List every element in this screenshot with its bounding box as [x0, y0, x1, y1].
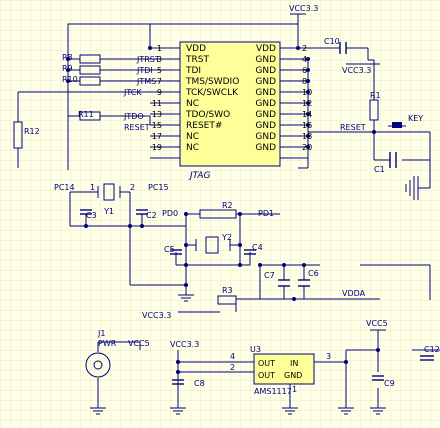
c1-label: C1: [374, 165, 385, 174]
j1-label: J1: [97, 329, 105, 338]
ldo-pin1: 1: [292, 385, 297, 394]
jtag-right-pin-label: GND: [255, 55, 276, 65]
jtag-left-pin-number: 13: [152, 110, 162, 119]
net-reset-left: RESET: [124, 123, 150, 132]
vcc-ldo-in-label: VCC3.3: [170, 340, 199, 349]
jtag-right-pin-label: GND: [255, 66, 276, 76]
net-jtdi: JTDI: [136, 66, 153, 75]
jtag-left-pin-label: NC: [186, 143, 199, 153]
c7-label: C7: [264, 271, 275, 280]
c12-label: C12: [424, 345, 440, 354]
r2-label: R2: [222, 201, 233, 210]
y1-label: Y1: [103, 207, 114, 216]
r12-label: R12: [24, 127, 40, 136]
key-switch: [392, 122, 402, 128]
jtag-right-pin-number: 20: [302, 143, 312, 152]
net-vdda: VDDA: [342, 289, 366, 298]
vcc-top-label: VCC3.3: [289, 4, 318, 13]
xtal-pin1: 1: [90, 183, 95, 192]
net-jtrst: JTRST: [136, 55, 160, 64]
c10-label: C10: [324, 37, 340, 46]
ldo-in: IN: [290, 359, 298, 368]
jtag-right-pin-label: GND: [255, 132, 276, 142]
jtag-right-pin-label: GND: [255, 99, 276, 109]
jtag-right-pins: VDDGNDGNDGNDGNDGNDGNDGNDGNDGND: [255, 44, 276, 153]
jtag-right-pin-label: GND: [255, 110, 276, 120]
vcc-out-label: VCC5: [366, 319, 388, 328]
jtag-left-pin-label: VDD: [186, 44, 206, 54]
c3-label: C3: [86, 211, 97, 220]
ldo-pin4: 4: [230, 352, 235, 361]
jtag-left-pin-label: NC: [186, 99, 199, 109]
jtag-right-pin-number: 8: [302, 77, 307, 86]
jtag-left-pin-label: NC: [186, 132, 199, 142]
ldo-out1: OUT: [258, 359, 275, 368]
jtag-right-pin-label: GND: [255, 88, 276, 98]
vcc-c10-label: VCC3.3: [342, 66, 371, 75]
jtag-left-pin-label: TRST: [185, 55, 209, 65]
r3-label: R3: [222, 286, 233, 295]
jtag-right-pin-label: GND: [255, 121, 276, 131]
key-label: KEY: [408, 114, 423, 123]
schematic-canvas: VDDTRSTTDITMS/SWDIOTCK/SWCLKNCTDO/SWORES…: [0, 0, 440, 428]
ldo-gnd: GND: [284, 371, 302, 380]
jtag-right-pin-number: 12: [302, 99, 312, 108]
jtag-right-pin-label: GND: [255, 143, 276, 153]
jtag-left-pin-number: 5: [157, 66, 162, 75]
jtag-right-pin-number: 18: [302, 132, 312, 141]
c8-label: C8: [194, 379, 205, 388]
jtag-left-pin-number: 19: [152, 143, 162, 152]
u3-label: U3: [250, 345, 261, 354]
jtag-right-pin-number: 14: [302, 110, 312, 119]
y2-label: Y2: [221, 233, 232, 242]
c5-label: C5: [164, 245, 175, 254]
net-reset: RESET: [340, 123, 366, 132]
jtag-left-pin-label: TDO/SWO: [185, 110, 230, 120]
ams-label: AMS1117: [254, 387, 292, 396]
r8-label: R8: [62, 53, 73, 62]
jtag-left-pin-number: 1: [157, 44, 162, 53]
jtag-ref-label: JTAG: [188, 171, 210, 181]
jtag-left-pin-number: 11: [152, 99, 162, 108]
vcc-pwr-label: VCC5: [128, 339, 150, 348]
jtag-right-pin-number: 4: [302, 55, 307, 64]
net-pc15: PC15: [148, 183, 169, 192]
net-jtms: JTMS: [136, 77, 156, 86]
jtag-right-pin-label: VDD: [256, 44, 276, 54]
net-jtdo: JTDO: [123, 112, 144, 121]
jtag-left-pin-label: TMS/SWDIO: [185, 77, 239, 87]
c4-label: C4: [252, 243, 263, 252]
jtag-left-pin-label: TCK/SWCLK: [185, 88, 239, 98]
ldo-pin2: 2: [230, 363, 235, 372]
jtag-left-pin-label: TDI: [185, 66, 201, 76]
jtag-left-pin-number: 15: [152, 121, 162, 130]
jtag-left-pin-number: 9: [157, 88, 162, 97]
jtag-left-pin-label: RESET#: [186, 121, 222, 131]
jtag-right-pin-number: 16: [302, 121, 312, 130]
r11-label: R11: [78, 110, 94, 119]
jtag-left-pin-number: 17: [152, 132, 162, 141]
r1-label: R1: [370, 91, 381, 100]
ldo-out2: OUT: [258, 371, 275, 380]
c9-label: C9: [384, 379, 395, 388]
jtag-right-pin-number: 2: [302, 44, 307, 53]
net-pd1: PD1: [258, 209, 274, 218]
jtag-right-pin-label: GND: [255, 77, 276, 87]
ldo-pin3: 3: [326, 352, 331, 361]
net-pc14: PC14: [54, 183, 75, 192]
r9-label: R9: [62, 64, 73, 73]
c2-label: C2: [146, 211, 157, 220]
c6-label: C6: [308, 269, 319, 278]
jtag-left-pin-number: 7: [157, 77, 162, 86]
jtag-right-pin-number: 6: [302, 66, 307, 75]
net-jtck: JTCK: [123, 88, 142, 97]
pwr-label: PWR: [98, 339, 117, 348]
jtag-right-pin-number: 10: [302, 88, 312, 97]
xtal-pin2: 2: [130, 183, 135, 192]
r10-label: R10: [62, 75, 78, 84]
vcc-c7-label: VCC3.3: [142, 311, 171, 320]
net-pd0: PD0: [162, 209, 178, 218]
